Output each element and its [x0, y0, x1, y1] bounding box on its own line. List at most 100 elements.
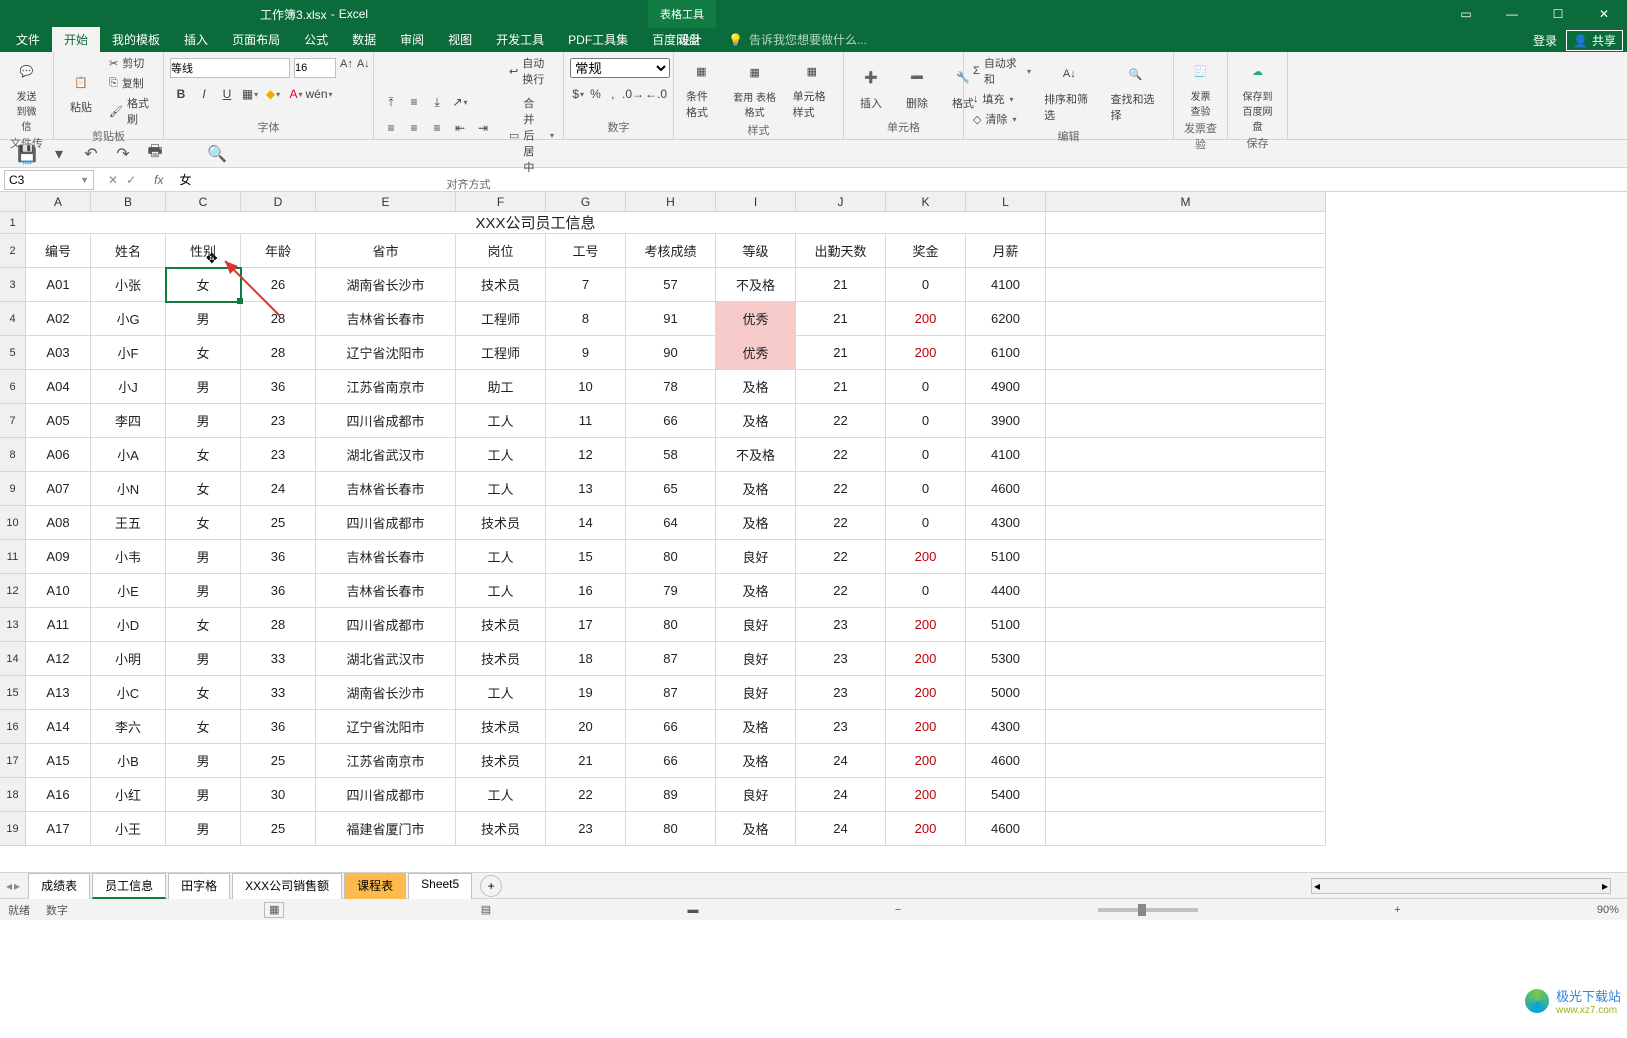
- cell[interactable]: 工人: [456, 472, 546, 506]
- align-center-icon[interactable]: ≡: [403, 118, 425, 138]
- row-header[interactable]: 16: [0, 710, 26, 744]
- cell[interactable]: 23: [241, 404, 316, 438]
- cell[interactable]: 3900: [966, 404, 1046, 438]
- font-name-select[interactable]: [170, 58, 290, 78]
- cell[interactable]: 男: [166, 404, 241, 438]
- col-header[interactable]: B: [91, 192, 166, 212]
- cell[interactable]: 小D: [91, 608, 166, 642]
- cell[interactable]: 0: [886, 506, 966, 540]
- row-header[interactable]: 14: [0, 642, 26, 676]
- cell[interactable]: 23: [546, 812, 626, 846]
- cell[interactable]: 女: [166, 676, 241, 710]
- cell[interactable]: 男: [166, 370, 241, 404]
- cell[interactable]: 女: [166, 438, 241, 472]
- cell[interactable]: [1046, 642, 1326, 676]
- row-header[interactable]: 10: [0, 506, 26, 540]
- cell[interactable]: 23: [796, 608, 886, 642]
- cell[interactable]: 11: [546, 404, 626, 438]
- cell[interactable]: [1046, 302, 1326, 336]
- cell[interactable]: [1046, 404, 1326, 438]
- number-format-select[interactable]: 常规: [570, 58, 670, 78]
- cell[interactable]: 小N: [91, 472, 166, 506]
- cell[interactable]: A01: [26, 268, 91, 302]
- cell[interactable]: 58: [626, 438, 716, 472]
- fx-icon[interactable]: fx: [146, 173, 171, 187]
- invoice-button[interactable]: 🧾发票 查验: [1180, 54, 1221, 120]
- cell[interactable]: 湖北省武汉市: [316, 642, 456, 676]
- cell[interactable]: 小G: [91, 302, 166, 336]
- cell[interactable]: A13: [26, 676, 91, 710]
- cell[interactable]: 5100: [966, 540, 1046, 574]
- indent-inc-icon[interactable]: ⇥: [472, 118, 494, 138]
- cell[interactable]: 36: [241, 574, 316, 608]
- cell[interactable]: [1046, 574, 1326, 608]
- col-header[interactable]: E: [316, 192, 456, 212]
- cell[interactable]: 16: [546, 574, 626, 608]
- cell[interactable]: 6100: [966, 336, 1046, 370]
- currency-icon[interactable]: $: [570, 84, 586, 104]
- cell[interactable]: 23: [241, 438, 316, 472]
- cell[interactable]: 87: [626, 676, 716, 710]
- cell[interactable]: 13: [546, 472, 626, 506]
- cell[interactable]: 技术员: [456, 506, 546, 540]
- select-all-corner[interactable]: [0, 192, 26, 212]
- cell[interactable]: 28: [241, 336, 316, 370]
- cell[interactable]: 福建省厦门市: [316, 812, 456, 846]
- cell[interactable]: 24: [796, 744, 886, 778]
- tab-插入[interactable]: 插入: [172, 27, 220, 52]
- cell[interactable]: 及格: [716, 744, 796, 778]
- cell[interactable]: 女: [166, 710, 241, 744]
- border-button[interactable]: ▦: [239, 84, 261, 104]
- print-icon[interactable]: 🖶: [146, 145, 164, 163]
- cell[interactable]: 36: [241, 540, 316, 574]
- ribbon-display-icon[interactable]: ▭: [1443, 0, 1489, 28]
- row-header[interactable]: 3: [0, 268, 26, 302]
- cell[interactable]: 技术员: [456, 812, 546, 846]
- cell[interactable]: 辽宁省沈阳市: [316, 710, 456, 744]
- cell[interactable]: 省市: [316, 234, 456, 268]
- cell[interactable]: 等级: [716, 234, 796, 268]
- row-header[interactable]: 5: [0, 336, 26, 370]
- find-select-button[interactable]: 🔍查找和选择: [1105, 57, 1167, 125]
- cell[interactable]: 200: [886, 540, 966, 574]
- row-header[interactable]: 9: [0, 472, 26, 506]
- align-bottom-icon[interactable]: ⤓: [426, 92, 448, 112]
- copy-button[interactable]: ⎘复制: [106, 74, 157, 92]
- cell[interactable]: 64: [626, 506, 716, 540]
- cell[interactable]: 200: [886, 778, 966, 812]
- cell[interactable]: 工人: [456, 438, 546, 472]
- row-header[interactable]: 19: [0, 812, 26, 846]
- cell[interactable]: 79: [626, 574, 716, 608]
- cell[interactable]: 良好: [716, 676, 796, 710]
- cell[interactable]: [1046, 212, 1326, 234]
- cell[interactable]: 36: [241, 710, 316, 744]
- tab-开发工具[interactable]: 开发工具: [484, 27, 556, 52]
- cell[interactable]: 200: [886, 336, 966, 370]
- cell[interactable]: 65: [626, 472, 716, 506]
- cell[interactable]: 22: [796, 540, 886, 574]
- cell[interactable]: 不及格: [716, 438, 796, 472]
- cell[interactable]: 6200: [966, 302, 1046, 336]
- cell[interactable]: 5300: [966, 642, 1046, 676]
- cell[interactable]: 4600: [966, 812, 1046, 846]
- cell[interactable]: 技术员: [456, 268, 546, 302]
- cell[interactable]: 吉林省长春市: [316, 574, 456, 608]
- cell[interactable]: 23: [796, 676, 886, 710]
- cell[interactable]: 22: [796, 574, 886, 608]
- cell[interactable]: 25: [241, 812, 316, 846]
- row-header[interactable]: 4: [0, 302, 26, 336]
- cell[interactable]: 14: [546, 506, 626, 540]
- comma-icon[interactable]: ,: [605, 84, 621, 104]
- col-header[interactable]: A: [26, 192, 91, 212]
- cell[interactable]: 女: [166, 268, 241, 302]
- percent-icon[interactable]: %: [587, 84, 603, 104]
- cell[interactable]: 24: [241, 472, 316, 506]
- cell[interactable]: 4600: [966, 472, 1046, 506]
- cell[interactable]: 7: [546, 268, 626, 302]
- table-format-button[interactable]: ▦套用 表格格式: [727, 55, 783, 121]
- cell[interactable]: 21: [546, 744, 626, 778]
- cell[interactable]: 姓名: [91, 234, 166, 268]
- cut-button[interactable]: ✂剪切: [106, 54, 157, 72]
- sheet-tab[interactable]: 员工信息: [92, 873, 166, 899]
- cell[interactable]: 22: [796, 438, 886, 472]
